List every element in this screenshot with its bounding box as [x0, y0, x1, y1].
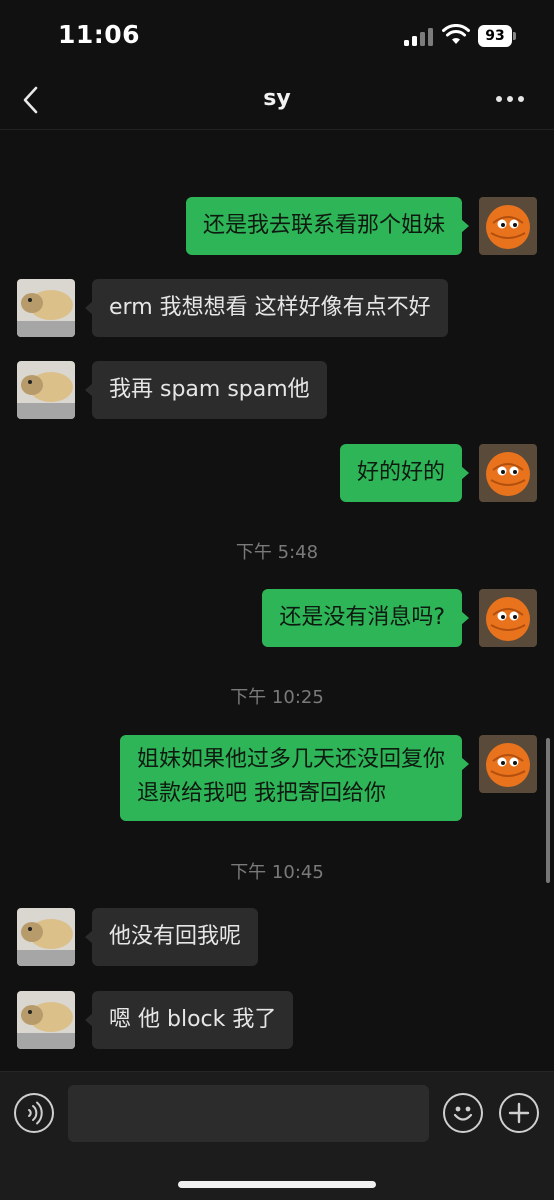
contact-avatar[interactable]: [17, 908, 75, 966]
timestamp: 下午 10:45: [230, 862, 324, 883]
sticker-image: [100, 131, 280, 159]
plus-button[interactable]: [499, 1093, 539, 1133]
message-bubble-other[interactable]: 嗯 他 block 我了: [84, 991, 294, 1049]
message-bubble-self[interactable]: 还是没有消息吗?: [262, 589, 469, 647]
message-bubble-self[interactable]: 姐妹如果他过多几天还没回复你 退款给我吧 我把寄回给你: [119, 735, 470, 821]
signal-icon: [404, 28, 434, 46]
nav-bar: sy: [0, 70, 554, 130]
status-time: 11:06: [58, 20, 141, 49]
contact-avatar[interactable]: [17, 361, 75, 419]
message-list[interactable]: 还是我去联系看那个姐妹 erm 我想想看 这样好像有点不好 我再 spam sp…: [0, 131, 554, 1071]
more-dots-icon: [496, 96, 502, 102]
message-line: 退款给我吧 我把寄回给你: [136, 781, 386, 806]
timestamp: 下午 5:48: [235, 542, 319, 563]
timestamp: 下午 10:25: [230, 687, 324, 708]
plus-icon: [508, 1102, 530, 1124]
message-input[interactable]: [68, 1085, 429, 1142]
chat-screen: 11:06 93 sy 还是我去联系看那个姐妹 erm 我想想看 这样好像有点不…: [0, 0, 554, 1200]
voice-icon: [28, 1101, 43, 1125]
more-button[interactable]: [494, 84, 534, 114]
wifi-icon: [442, 24, 470, 44]
chat-title: sy: [263, 86, 291, 111]
message-bubble-other[interactable]: erm 我想想看 这样好像有点不好: [85, 279, 448, 337]
message-bubble-self[interactable]: 还是我去联系看那个姐妹: [185, 197, 470, 255]
emoji-icon: [453, 1106, 473, 1121]
home-indicator[interactable]: [178, 1181, 376, 1188]
input-bar: [0, 1071, 554, 1200]
voice-button[interactable]: [14, 1093, 54, 1133]
message-bubble-other[interactable]: 我再 spam spam他: [85, 361, 327, 419]
message-bubble-self[interactable]: 好的好的: [339, 444, 470, 502]
status-bar: 11:06 93: [0, 0, 554, 70]
self-avatar[interactable]: [479, 589, 537, 647]
message-bubble-other[interactable]: 他没有回我呢: [84, 908, 259, 966]
contact-avatar[interactable]: [17, 279, 75, 337]
emoji-button[interactable]: [443, 1093, 483, 1133]
self-avatar[interactable]: [479, 197, 537, 255]
self-avatar[interactable]: [479, 735, 537, 793]
scrollbar[interactable]: [546, 738, 550, 883]
self-avatar[interactable]: [479, 444, 537, 502]
contact-avatar[interactable]: [17, 991, 75, 1049]
battery-level: 93: [478, 25, 512, 47]
message-line: 姐妹如果他过多几天还没回复你: [136, 747, 445, 772]
battery-icon: 93: [478, 25, 516, 47]
